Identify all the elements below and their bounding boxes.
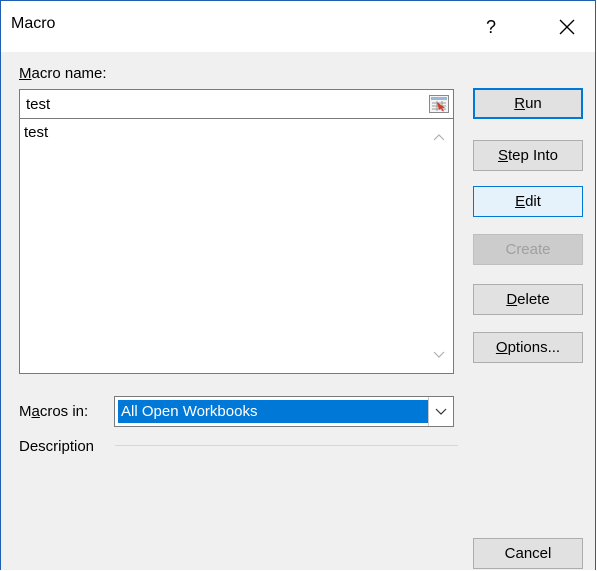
description-label: Description: [19, 438, 95, 455]
list-item[interactable]: test: [24, 124, 48, 141]
macros-in-dropdown[interactable]: All Open Workbooks: [114, 396, 454, 427]
macro-dialog: Macro ? Macro name: test test R un S tep…: [0, 0, 596, 570]
description-divider: [115, 445, 458, 446]
help-button[interactable]: ?: [467, 7, 515, 47]
close-icon: [559, 19, 575, 35]
help-icon: ?: [485, 16, 496, 37]
macros-in-selected-value[interactable]: All Open Workbooks: [118, 400, 429, 423]
macro-list[interactable]: test: [19, 119, 454, 374]
run-button[interactable]: Run: [473, 88, 583, 119]
macro-name-input[interactable]: [22, 93, 420, 115]
dropdown-arrow-button[interactable]: [428, 397, 453, 426]
create-button[interactable]: Create: [473, 234, 583, 265]
collapse-dialog-icon[interactable]: [429, 95, 449, 113]
macros-in-label: Macros in:: [19, 403, 89, 420]
title-bar: Macro ?: [1, 1, 595, 52]
cancel-button[interactable]: Cancel: [473, 538, 583, 569]
options-button[interactable]: Options...: [473, 332, 583, 363]
dialog-title: Macro: [11, 15, 56, 32]
edit-button[interactable]: Edit: [473, 186, 583, 217]
delete-button[interactable]: Delete: [473, 284, 583, 315]
scroll-down-icon[interactable]: [433, 351, 445, 359]
step-into-button[interactable]: Step Into: [473, 140, 583, 171]
chevron-down-icon: [435, 408, 447, 415]
macro-name-field-container: [19, 89, 454, 119]
close-button[interactable]: [541, 7, 593, 47]
scroll-up-icon[interactable]: [433, 133, 445, 141]
macro-name-label: Macro name:: [19, 65, 107, 82]
